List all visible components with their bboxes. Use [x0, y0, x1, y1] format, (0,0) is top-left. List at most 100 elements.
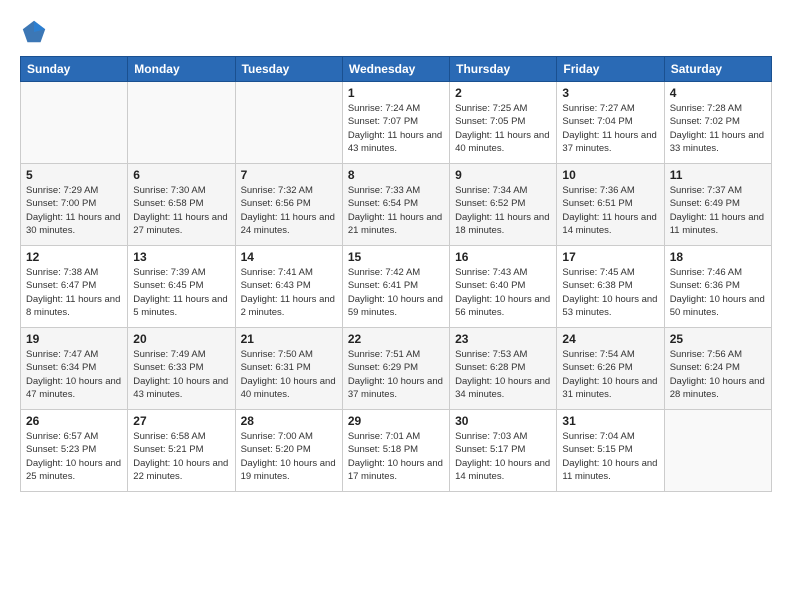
calendar-cell: 11 Sunrise: 7:37 AM Sunset: 6:49 PM Dayli…	[664, 164, 771, 246]
day-number: 12	[26, 250, 122, 264]
calendar-week-2: 5 Sunrise: 7:29 AM Sunset: 7:00 PM Daylig…	[21, 164, 772, 246]
calendar-cell: 25 Sunrise: 7:56 AM Sunset: 6:24 PM Dayli…	[664, 328, 771, 410]
calendar-cell: 22 Sunrise: 7:51 AM Sunset: 6:29 PM Dayli…	[342, 328, 449, 410]
calendar-cell	[128, 82, 235, 164]
day-info: Sunrise: 7:51 AM Sunset: 6:29 PM Dayligh…	[348, 348, 444, 401]
day-info: Sunrise: 7:41 AM Sunset: 6:43 PM Dayligh…	[241, 266, 337, 319]
day-info: Sunrise: 7:03 AM Sunset: 5:17 PM Dayligh…	[455, 430, 551, 483]
calendar-cell: 13Sunrise: 7:39 AM Sunset: 6:45 PM Dayli…	[128, 246, 235, 328]
day-info: Sunrise: 7:36 AM Sunset: 6:51 PM Dayligh…	[562, 184, 658, 237]
calendar-cell: 2 Sunrise: 7:25 AM Sunset: 7:05 PM Daylig…	[450, 82, 557, 164]
day-number: 30	[455, 414, 551, 428]
day-info: Sunrise: 7:29 AM Sunset: 7:00 PM Dayligh…	[26, 184, 122, 237]
day-info: Sunrise: 6:57 AM Sunset: 5:23 PM Dayligh…	[26, 430, 122, 483]
calendar-table: SundayMondayTuesdayWednesdayThursdayFrid…	[20, 56, 772, 492]
calendar-cell: 14 Sunrise: 7:41 AM Sunset: 6:43 PM Dayli…	[235, 246, 342, 328]
day-number: 7	[241, 168, 337, 182]
day-number: 16	[455, 250, 551, 264]
day-info: Sunrise: 7:28 AM Sunset: 7:02 PM Dayligh…	[670, 102, 766, 155]
calendar-cell: 9 Sunrise: 7:34 AM Sunset: 6:52 PM Daylig…	[450, 164, 557, 246]
day-number: 23	[455, 332, 551, 346]
day-number: 22	[348, 332, 444, 346]
day-info: Sunrise: 7:27 AM Sunset: 7:04 PM Dayligh…	[562, 102, 658, 155]
calendar-cell: 24 Sunrise: 7:54 AM Sunset: 6:26 PM Dayli…	[557, 328, 664, 410]
calendar-header-sunday: Sunday	[21, 57, 128, 82]
day-number: 21	[241, 332, 337, 346]
day-number: 11	[670, 168, 766, 182]
day-number: 18	[670, 250, 766, 264]
calendar-cell: 17Sunrise: 7:45 AM Sunset: 6:38 PM Dayli…	[557, 246, 664, 328]
day-number: 4	[670, 86, 766, 100]
day-number: 14	[241, 250, 337, 264]
calendar-header-monday: Monday	[128, 57, 235, 82]
day-number: 10	[562, 168, 658, 182]
calendar-cell: 10 Sunrise: 7:36 AM Sunset: 6:51 PM Dayli…	[557, 164, 664, 246]
calendar-cell: 3Sunrise: 7:27 AM Sunset: 7:04 PM Daylig…	[557, 82, 664, 164]
calendar-cell: 29Sunrise: 7:01 AM Sunset: 5:18 PM Dayli…	[342, 410, 449, 492]
calendar-cell	[21, 82, 128, 164]
calendar-cell: 7 Sunrise: 7:32 AM Sunset: 6:56 PM Daylig…	[235, 164, 342, 246]
calendar-cell: 1 Sunrise: 7:24 AM Sunset: 7:07 PM Daylig…	[342, 82, 449, 164]
day-info: Sunrise: 7:04 AM Sunset: 5:15 PM Dayligh…	[562, 430, 658, 483]
day-info: Sunrise: 7:24 AM Sunset: 7:07 PM Dayligh…	[348, 102, 444, 155]
day-info: Sunrise: 7:50 AM Sunset: 6:31 PM Dayligh…	[241, 348, 337, 401]
day-info: Sunrise: 7:33 AM Sunset: 6:54 PM Dayligh…	[348, 184, 444, 237]
day-info: Sunrise: 7:56 AM Sunset: 6:24 PM Dayligh…	[670, 348, 766, 401]
day-info: Sunrise: 7:46 AM Sunset: 6:36 PM Dayligh…	[670, 266, 766, 319]
calendar-week-1: 1 Sunrise: 7:24 AM Sunset: 7:07 PM Daylig…	[21, 82, 772, 164]
calendar-cell	[664, 410, 771, 492]
day-info: Sunrise: 7:30 AM Sunset: 6:58 PM Dayligh…	[133, 184, 229, 237]
calendar-cell: 4 Sunrise: 7:28 AM Sunset: 7:02 PM Daylig…	[664, 82, 771, 164]
day-number: 24	[562, 332, 658, 346]
logo-icon	[20, 18, 48, 46]
day-number: 29	[348, 414, 444, 428]
day-info: Sunrise: 7:49 AM Sunset: 6:33 PM Dayligh…	[133, 348, 229, 401]
calendar-header-thursday: Thursday	[450, 57, 557, 82]
calendar-cell: 31 Sunrise: 7:04 AM Sunset: 5:15 PM Dayli…	[557, 410, 664, 492]
day-number: 13	[133, 250, 229, 264]
day-number: 27	[133, 414, 229, 428]
day-number: 19	[26, 332, 122, 346]
day-info: Sunrise: 7:47 AM Sunset: 6:34 PM Dayligh…	[26, 348, 122, 401]
calendar-week-3: 12Sunrise: 7:38 AM Sunset: 6:47 PM Dayli…	[21, 246, 772, 328]
calendar-cell: 5 Sunrise: 7:29 AM Sunset: 7:00 PM Daylig…	[21, 164, 128, 246]
calendar-cell: 6 Sunrise: 7:30 AM Sunset: 6:58 PM Daylig…	[128, 164, 235, 246]
logo	[20, 18, 52, 46]
day-number: 9	[455, 168, 551, 182]
day-info: Sunrise: 7:42 AM Sunset: 6:41 PM Dayligh…	[348, 266, 444, 319]
day-number: 5	[26, 168, 122, 182]
page: SundayMondayTuesdayWednesdayThursdayFrid…	[0, 0, 792, 502]
calendar-cell: 30 Sunrise: 7:03 AM Sunset: 5:17 PM Dayli…	[450, 410, 557, 492]
day-number: 1	[348, 86, 444, 100]
calendar-header-tuesday: Tuesday	[235, 57, 342, 82]
calendar-week-5: 26 Sunrise: 6:57 AM Sunset: 5:23 PM Dayli…	[21, 410, 772, 492]
day-info: Sunrise: 7:43 AM Sunset: 6:40 PM Dayligh…	[455, 266, 551, 319]
day-number: 28	[241, 414, 337, 428]
calendar-cell: 15 Sunrise: 7:42 AM Sunset: 6:41 PM Dayli…	[342, 246, 449, 328]
day-number: 6	[133, 168, 229, 182]
day-number: 2	[455, 86, 551, 100]
calendar-cell: 18 Sunrise: 7:46 AM Sunset: 6:36 PM Dayli…	[664, 246, 771, 328]
calendar-cell: 8Sunrise: 7:33 AM Sunset: 6:54 PM Daylig…	[342, 164, 449, 246]
calendar-cell	[235, 82, 342, 164]
calendar-cell: 16 Sunrise: 7:43 AM Sunset: 6:40 PM Dayli…	[450, 246, 557, 328]
day-number: 15	[348, 250, 444, 264]
calendar-cell: 19 Sunrise: 7:47 AM Sunset: 6:34 PM Dayli…	[21, 328, 128, 410]
day-number: 20	[133, 332, 229, 346]
day-number: 26	[26, 414, 122, 428]
calendar-week-4: 19 Sunrise: 7:47 AM Sunset: 6:34 PM Dayli…	[21, 328, 772, 410]
day-info: Sunrise: 7:37 AM Sunset: 6:49 PM Dayligh…	[670, 184, 766, 237]
day-info: Sunrise: 7:34 AM Sunset: 6:52 PM Dayligh…	[455, 184, 551, 237]
calendar-cell: 20 Sunrise: 7:49 AM Sunset: 6:33 PM Dayli…	[128, 328, 235, 410]
calendar-cell: 23 Sunrise: 7:53 AM Sunset: 6:28 PM Dayli…	[450, 328, 557, 410]
calendar-header-row: SundayMondayTuesdayWednesdayThursdayFrid…	[21, 57, 772, 82]
day-number: 25	[670, 332, 766, 346]
calendar-header-saturday: Saturday	[664, 57, 771, 82]
day-info: Sunrise: 7:25 AM Sunset: 7:05 PM Dayligh…	[455, 102, 551, 155]
calendar-cell: 28Sunrise: 7:00 AM Sunset: 5:20 PM Dayli…	[235, 410, 342, 492]
day-info: Sunrise: 7:53 AM Sunset: 6:28 PM Dayligh…	[455, 348, 551, 401]
day-number: 31	[562, 414, 658, 428]
calendar-cell: 26 Sunrise: 6:57 AM Sunset: 5:23 PM Dayli…	[21, 410, 128, 492]
day-info: Sunrise: 7:54 AM Sunset: 6:26 PM Dayligh…	[562, 348, 658, 401]
day-info: Sunrise: 7:32 AM Sunset: 6:56 PM Dayligh…	[241, 184, 337, 237]
